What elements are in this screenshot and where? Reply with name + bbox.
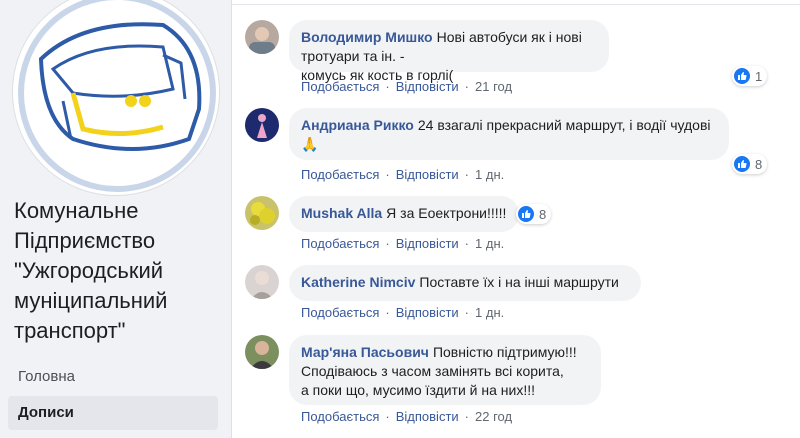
like-link[interactable]: Подобається (301, 236, 379, 251)
comment-time[interactable]: 1 дн. (475, 167, 504, 182)
comment-item: Katherine Nimciv Поставте їх і на інші ма… (245, 265, 785, 321)
comment-actions: Подобається · Відповісти · 1 дн. (301, 305, 505, 320)
like-link[interactable]: Подобається (301, 305, 379, 320)
comment-text: Я за Еоектрони!!!!! (386, 205, 507, 221)
comment-item: Mushak Alla Я за Еоектрони!!!!! 8 Подобає… (245, 196, 785, 252)
avatar[interactable] (245, 196, 279, 230)
comment-bubble: Katherine Nimciv Поставте їх і на інші ма… (289, 265, 641, 301)
divider (232, 0, 800, 5)
comment-author[interactable]: Володимир Мишко (301, 29, 433, 45)
comment-text: Повністю підтримую!!! (432, 344, 577, 360)
comment-author[interactable]: Katherine Nimciv (301, 274, 415, 290)
page-title-line: Підприємство (14, 228, 156, 253)
page-title-line: транспорт" (14, 318, 126, 343)
comment-text: а поки що, мусимо їздити й на них!!! (301, 382, 536, 398)
comment-text: 🙏 (301, 136, 319, 152)
reply-link[interactable]: Відповісти (396, 305, 459, 320)
comment-time[interactable]: 1 дн. (475, 236, 504, 251)
nav-item-posts[interactable]: Дописи (8, 396, 218, 430)
page-title: Комунальне Підприємство "Ужгородський му… (14, 196, 214, 346)
reaction-number: 8 (539, 206, 547, 222)
like-link[interactable]: Подобається (301, 167, 379, 182)
comment-bubble: Мар'яна Пасьович Повністю підтримую!!! Сп… (289, 335, 601, 405)
page-title-line: Комунальне (14, 198, 139, 223)
reply-link[interactable]: Відповісти (396, 79, 459, 94)
comment-bubble: Mushak Alla Я за Еоектрони!!!!! (289, 196, 519, 232)
page-title-line: "Ужгородський (14, 258, 164, 283)
comment-text: Поставте їх і на інші маршрути (419, 274, 619, 290)
reaction-count[interactable]: 8 (732, 154, 768, 174)
comment-bubble: Андриана Рикко 24 взагалі прекрасний марш… (289, 108, 729, 160)
reply-link[interactable]: Відповісти (396, 236, 459, 251)
bus-logo-icon (18, 0, 216, 192)
page-title-line: муніципальний (14, 288, 168, 313)
comment-author[interactable]: Андриана Рикко (301, 117, 414, 133)
avatar[interactable] (245, 108, 279, 142)
reply-link[interactable]: Відповісти (396, 409, 459, 424)
comment-author[interactable]: Мар'яна Пасьович (301, 344, 429, 360)
reaction-number: 1 (755, 68, 763, 84)
comment-time[interactable]: 21 год (475, 79, 512, 94)
page-sidebar: Комунальне Підприємство "Ужгородський му… (0, 0, 228, 438)
comment-item: Володимир Мишко Нові автобуси як і нові т… (245, 20, 785, 98)
comment-item: Андриана Рикко 24 взагалі прекрасний марш… (245, 108, 785, 186)
reaction-count[interactable]: 1 (732, 66, 768, 86)
reaction-count[interactable]: 8 (516, 204, 552, 224)
avatar[interactable] (245, 265, 279, 299)
like-link[interactable]: Подобається (301, 79, 379, 94)
reply-link[interactable]: Відповісти (396, 167, 459, 182)
comment-text: Сподіваюсь з часом замінять всі корита, (301, 363, 564, 379)
nav-item-home[interactable]: Головна (8, 360, 218, 394)
page-logo[interactable] (12, 0, 220, 196)
comment-author[interactable]: Mushak Alla (301, 205, 382, 221)
comment-actions: Подобається · Відповісти · 1 дн. (301, 167, 505, 182)
like-icon (518, 206, 534, 222)
comment-actions: Подобається · Відповісти · 21 год (301, 79, 513, 94)
like-icon (734, 156, 750, 172)
comments-panel: Володимир Мишко Нові автобуси як і нові т… (231, 0, 800, 438)
comment-time[interactable]: 22 год (475, 409, 512, 424)
avatar[interactable] (245, 335, 279, 369)
like-icon (734, 68, 750, 84)
like-link[interactable]: Подобається (301, 409, 379, 424)
reaction-number: 8 (755, 156, 763, 172)
comment-text: 24 взагалі прекрасний маршрут, і водії ч… (417, 117, 711, 133)
comment-actions: Подобається · Відповісти · 22 год (301, 409, 513, 424)
comment-time[interactable]: 1 дн. (475, 305, 504, 320)
comment-actions: Подобається · Відповісти · 1 дн. (301, 236, 505, 251)
avatar[interactable] (245, 20, 279, 54)
comment-bubble: Володимир Мишко Нові автобуси як і нові т… (289, 20, 609, 83)
comment-item: Мар'яна Пасьович Повністю підтримую!!! Сп… (245, 335, 785, 431)
